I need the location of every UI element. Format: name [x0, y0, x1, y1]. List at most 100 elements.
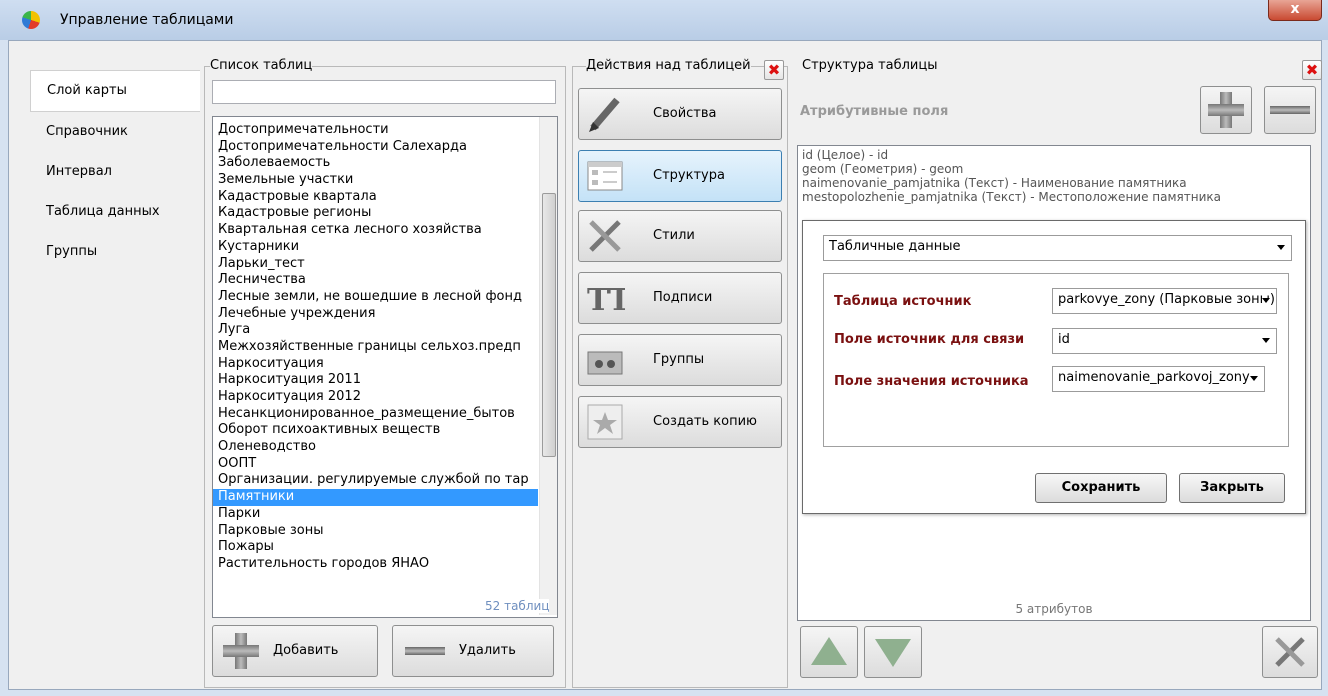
action-button-label: Свойства	[653, 106, 717, 121]
add-table-button[interactable]: Добавить	[212, 625, 378, 677]
move-up-button[interactable]	[800, 626, 858, 678]
table-list-item[interactable]: Пожары	[213, 539, 538, 556]
table-list-item[interactable]: Несанкционированное_размещение_бытов	[213, 406, 538, 423]
table-list-items: Достопримечательности Достопримечательнос…	[213, 122, 538, 573]
table-list-item[interactable]: Лечебные учреждения	[213, 306, 538, 323]
tools-icon	[585, 216, 625, 260]
edit-attribute-button[interactable]	[1262, 626, 1318, 678]
data-type-select[interactable]: Табличные данные	[823, 235, 1292, 261]
delete-table-label: Удалить	[459, 643, 516, 658]
action-button-label: Стили	[653, 228, 695, 243]
chevron-down-icon	[1277, 245, 1285, 250]
table-list-item[interactable]: Межхозяйственные границы сельхоз.предп	[213, 339, 538, 356]
actions-close-button[interactable]: ✖	[764, 60, 784, 80]
table-list-item[interactable]: Луга	[213, 322, 538, 339]
table-list-item[interactable]: ООПТ	[213, 456, 538, 473]
table-list-item[interactable]: Земельные участки	[213, 172, 538, 189]
table-list-item[interactable]: Оборот психоактивных веществ	[213, 422, 538, 439]
close-button[interactable]: Закрыть	[1179, 473, 1285, 503]
left-nav: Слой карты Справочник Интервал Таблица д…	[30, 70, 200, 272]
plus-icon	[223, 633, 259, 669]
attribute-item[interactable]: mestopolozhenie_pamjatnika (Текст) - Мес…	[798, 190, 1310, 204]
attribute-item[interactable]: naimenovanie_pamjatnika (Текст) - Наимен…	[798, 176, 1310, 190]
source-table-label: Таблица источник	[834, 294, 972, 309]
table-list-item[interactable]: Достопримечательности	[213, 122, 538, 139]
svg-text:TT: TT	[587, 283, 625, 318]
link-field-value: id	[1058, 332, 1070, 347]
action-button-1[interactable]: Свойства	[578, 88, 782, 140]
attribute-count: 5 атрибутов	[1015, 602, 1093, 616]
table-list-item[interactable]: Наркоситуация 2011	[213, 372, 538, 389]
table-list-title: Список таблиц	[210, 58, 313, 73]
add-attribute-button[interactable]	[1200, 86, 1252, 134]
nav-item-map-layer[interactable]: Слой карты	[30, 70, 200, 112]
structure-close-button[interactable]: ✖	[1302, 60, 1322, 80]
action-button-6[interactable]: Создать копию	[578, 396, 782, 448]
arrow-down-icon	[875, 639, 911, 667]
text-icon: TT	[585, 278, 631, 322]
table-list-item[interactable]: Наркоситуация 2012	[213, 389, 538, 406]
table-list-scrollbar[interactable]	[539, 117, 557, 615]
minus-icon	[405, 647, 445, 655]
action-button-2[interactable]: Структура	[578, 150, 782, 202]
table-list-item[interactable]: Лесные земли, не вошедшие в лесной фонд	[213, 289, 538, 306]
table-list-item[interactable]: Ларьки_тест	[213, 256, 538, 273]
pencil-icon	[585, 94, 625, 138]
main-window: Управление таблицами x Слой карты Справо…	[0, 0, 1328, 696]
table-list-item[interactable]: Парковые зоны	[213, 523, 538, 540]
scrollbar-thumb[interactable]	[542, 193, 556, 457]
nav-item-data-table[interactable]: Таблица данных	[30, 192, 200, 232]
structure-title: Структура таблицы	[802, 58, 938, 73]
table-search-input[interactable]	[212, 80, 556, 104]
action-button-3[interactable]: Стили	[578, 210, 782, 262]
source-table-value: parkovye_zony (Парковые зоны)	[1058, 292, 1275, 307]
nav-item-groups[interactable]: Группы	[30, 232, 200, 272]
attribute-item[interactable]: id (Целое) - id	[798, 148, 1310, 162]
link-field-select[interactable]: id	[1052, 328, 1277, 354]
table-list-item[interactable]: Достопримечательности Салехарда	[213, 139, 538, 156]
attribute-item[interactable]: geom (Геометрия) - geom	[798, 162, 1310, 176]
table-list-item[interactable]: Наркоситуация	[213, 356, 538, 373]
table-list-item[interactable]: Заболеваемость	[213, 155, 538, 172]
arrow-up-icon	[811, 637, 847, 665]
data-type-value: Табличные данные	[829, 239, 961, 254]
window-close-button[interactable]: x	[1268, 0, 1322, 21]
table-list-item[interactable]: Растительность городов ЯНАО	[213, 556, 538, 573]
table-count-label: 52 таблиц	[485, 599, 550, 613]
chevron-down-icon	[1250, 376, 1258, 381]
table-list-item[interactable]: Лесничества	[213, 272, 538, 289]
move-down-button[interactable]	[864, 626, 922, 678]
action-button-4[interactable]: TT Подписи	[578, 272, 782, 324]
action-button-label: Группы	[653, 352, 705, 367]
table-list[interactable]: Достопримечательности Достопримечательнос…	[212, 116, 558, 618]
value-field-label: Поле значения источника	[834, 374, 1029, 389]
nav-item-reference[interactable]: Справочник	[30, 112, 200, 152]
minus-icon	[1270, 106, 1310, 114]
tools-icon	[1275, 637, 1305, 667]
table-list-item[interactable]: Организации. регулируемые службой по тар	[213, 472, 538, 489]
table-list-item[interactable]: Парки	[213, 506, 538, 523]
action-button-label: Структура	[653, 168, 725, 183]
link-dialog: Табличные данные Таблица источник parkov…	[802, 220, 1306, 514]
link-field-label: Поле источник для связи	[834, 332, 1025, 347]
action-button-5[interactable]: Группы	[578, 334, 782, 386]
table-list-item[interactable]: Квартальная сетка лесного хозяйства	[213, 222, 538, 239]
delete-table-button[interactable]: Удалить	[392, 625, 554, 677]
action-button-label: Создать копию	[653, 414, 757, 429]
remove-attribute-button[interactable]	[1264, 86, 1316, 134]
value-field-select[interactable]: naimenovanie_parkovoj_zony	[1052, 366, 1265, 392]
table-list-item[interactable]: Оленеводство	[213, 439, 538, 456]
star-icon	[585, 402, 625, 446]
source-table-select[interactable]: parkovye_zony (Парковые зоны)	[1052, 288, 1277, 314]
table-list-item[interactable]: Кадастровые регионы	[213, 205, 538, 222]
table-list-item[interactable]: Памятники	[213, 489, 538, 506]
table-list-item[interactable]: Кадастровые квартала	[213, 189, 538, 206]
save-button[interactable]: Сохранить	[1035, 473, 1167, 503]
nav-item-interval[interactable]: Интервал	[30, 152, 200, 192]
title-bar[interactable]: Управление таблицами x	[0, 0, 1328, 40]
add-table-label: Добавить	[273, 643, 339, 658]
table-list-item[interactable]: Кустарники	[213, 239, 538, 256]
chevron-down-icon	[1262, 298, 1270, 303]
chevron-down-icon	[1262, 338, 1270, 343]
plus-icon	[1208, 92, 1244, 128]
